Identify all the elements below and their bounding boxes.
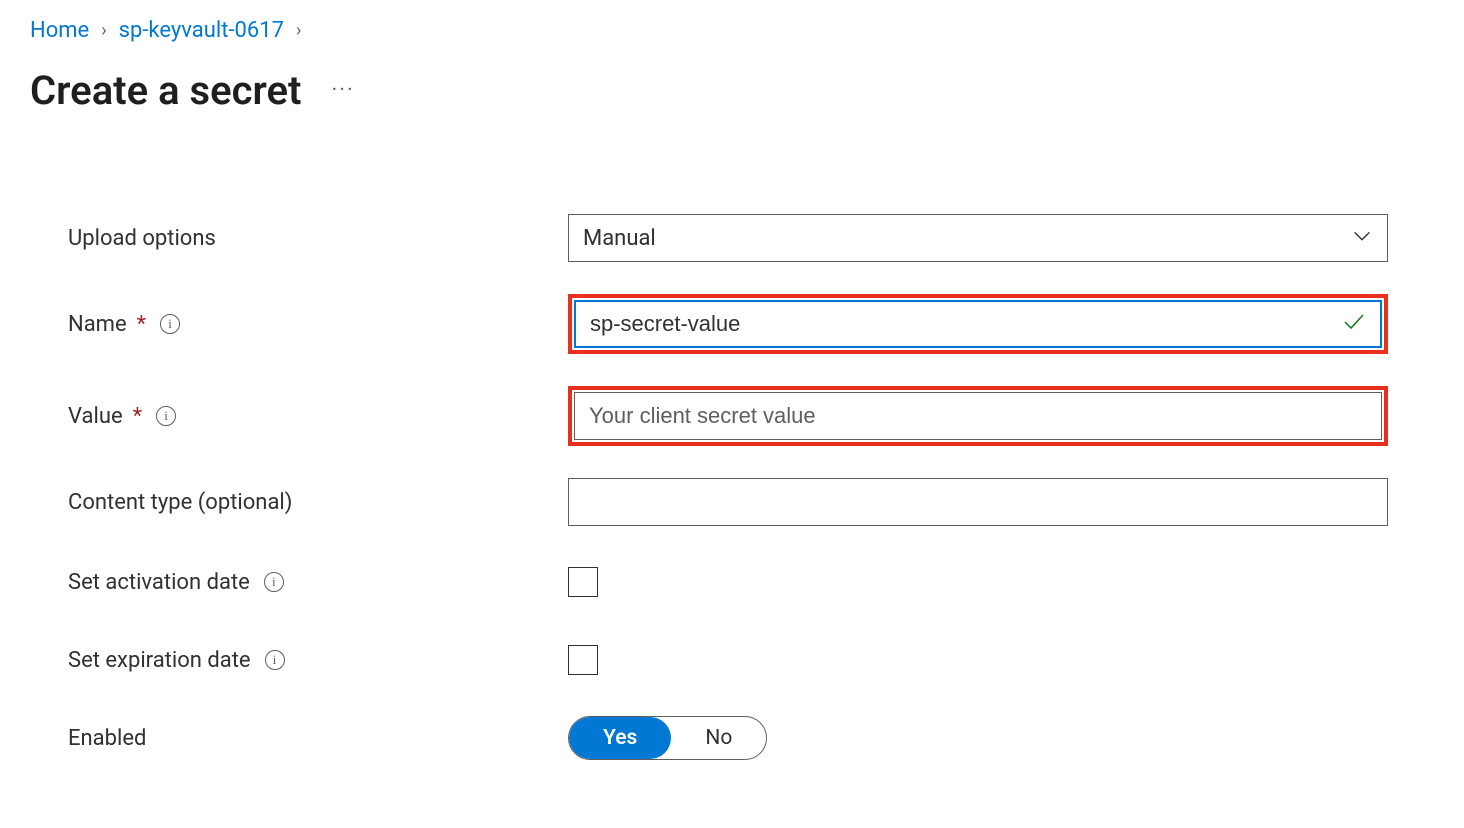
chevron-right-icon: › <box>296 20 301 41</box>
row-upload-options: Upload options Manual <box>68 214 1434 262</box>
enabled-yes-button[interactable]: Yes <box>569 717 671 759</box>
control-activation-date <box>568 567 1388 597</box>
form: Upload options Manual Name * i <box>30 214 1434 762</box>
row-activation-date: Set activation date i <box>68 558 1434 606</box>
label-text: Value <box>68 404 123 429</box>
required-indicator: * <box>133 404 142 429</box>
row-content-type: Content type (optional) <box>68 478 1434 526</box>
activation-date-checkbox[interactable] <box>568 567 598 597</box>
select-value: Manual <box>583 226 656 251</box>
control-content-type <box>568 478 1388 526</box>
page-title: Create a secret <box>30 67 301 114</box>
label-enabled: Enabled <box>68 726 568 751</box>
label-name: Name * i <box>68 312 568 337</box>
info-icon[interactable]: i <box>160 314 180 334</box>
label-text: Upload options <box>68 226 216 251</box>
label-content-type: Content type (optional) <box>68 490 568 515</box>
breadcrumb-vault[interactable]: sp-keyvault-0617 <box>119 18 284 43</box>
label-text: Set expiration date <box>68 648 251 673</box>
content-type-input[interactable] <box>568 478 1388 526</box>
label-text: Enabled <box>68 726 146 751</box>
chevron-down-icon <box>1351 225 1373 252</box>
row-enabled: Enabled Yes No <box>68 714 1434 762</box>
more-actions-button[interactable]: ··· <box>331 78 354 103</box>
info-icon[interactable]: i <box>156 406 176 426</box>
title-row: Create a secret ··· <box>30 67 1434 114</box>
name-input[interactable] <box>574 300 1382 348</box>
breadcrumb-home[interactable]: Home <box>30 18 89 43</box>
control-enabled: Yes No <box>568 716 1388 760</box>
row-expiration-date: Set expiration date i <box>68 636 1434 684</box>
control-value <box>568 386 1388 446</box>
info-icon[interactable]: i <box>265 650 285 670</box>
label-text: Name <box>68 312 127 337</box>
highlight-value <box>568 386 1388 446</box>
enabled-toggle: Yes No <box>568 716 767 760</box>
label-text: Set activation date <box>68 570 250 595</box>
control-name <box>568 294 1388 354</box>
checkmark-icon <box>1342 309 1366 339</box>
row-name: Name * i <box>68 294 1434 354</box>
expiration-date-checkbox[interactable] <box>568 645 598 675</box>
enabled-no-button[interactable]: No <box>671 717 766 759</box>
info-icon[interactable]: i <box>264 572 284 592</box>
highlight-name <box>568 294 1388 354</box>
label-value: Value * i <box>68 404 568 429</box>
row-value: Value * i <box>68 386 1434 446</box>
value-input[interactable] <box>574 392 1382 440</box>
breadcrumb: Home › sp-keyvault-0617 › <box>30 18 1434 43</box>
upload-options-select[interactable]: Manual <box>568 214 1388 262</box>
label-activation-date: Set activation date i <box>68 570 568 595</box>
control-expiration-date <box>568 645 1388 675</box>
label-expiration-date: Set expiration date i <box>68 648 568 673</box>
chevron-right-icon: › <box>101 20 106 41</box>
required-indicator: * <box>137 312 146 337</box>
label-upload-options: Upload options <box>68 226 568 251</box>
label-text: Content type (optional) <box>68 490 292 515</box>
control-upload-options: Manual <box>568 214 1388 262</box>
